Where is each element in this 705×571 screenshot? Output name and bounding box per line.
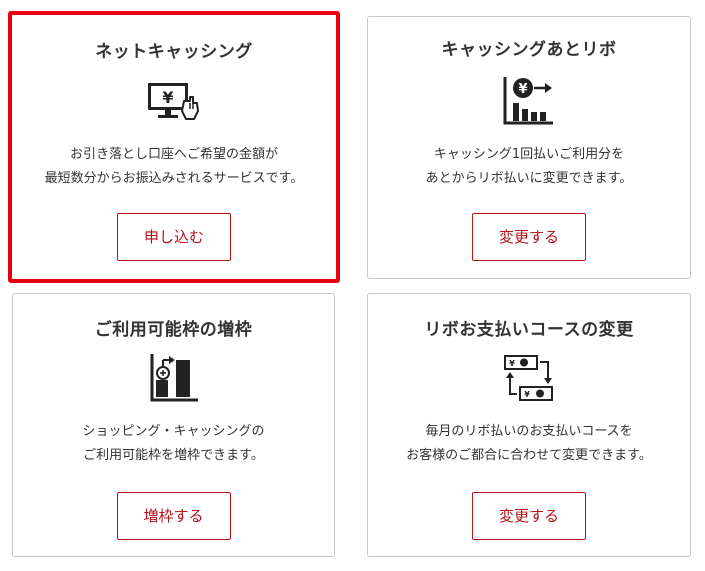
card-title: キャッシングあとリボ (441, 40, 617, 60)
svg-text:¥: ¥ (518, 82, 527, 97)
yen-chart-icon: ¥ (503, 77, 553, 125)
increase-limit-button[interactable]: 増枠する (116, 492, 231, 540)
card-description: お引き落とし口座へご希望の金額が 最短数分からお振込みされるサービスです。 (44, 147, 304, 186)
change-course-button[interactable]: 変更する (472, 492, 586, 540)
card-net-cashing: ネットキャッシング ¥ お引き落とし口座へご希望の金額が 最短数分からお振込みさ… (8, 11, 340, 283)
apply-button[interactable]: 申し込む (117, 213, 231, 261)
card-title: ご利用可能枠の増枠 (94, 320, 253, 340)
svg-text:¥: ¥ (509, 359, 515, 368)
change-button[interactable]: 変更する (472, 213, 586, 261)
card-description: 毎月のリボ払いのお支払いコースを お客様のご都合に合わせて変更できます。 (406, 424, 652, 463)
card-ribo-course-change: リボお支払いコースの変更 ¥ ¥ 毎月のリボ払いのお支払いコースを お客様のご都… (367, 293, 691, 557)
card-title: ネットキャッシング (95, 42, 253, 62)
card-description: キャッシング1回払いご利用分を あとからリボ払いに変更できます。 (425, 147, 633, 186)
card-description: ショッピング・キャッシングの ご利用可能枠を増枠できます。 (82, 424, 265, 463)
svg-text:¥: ¥ (162, 88, 173, 107)
monitor-yen-icon: ¥ (148, 83, 199, 120)
card-title: リボお支払いコースの変更 (424, 320, 634, 340)
card-limit-increase: ご利用可能枠の増枠 ショッピング・キャッシングの ご利用可能枠を増枠できます。 … (12, 293, 335, 557)
payment-exchange-icon: ¥ ¥ (504, 355, 553, 401)
limit-increase-icon (150, 354, 198, 402)
svg-text:¥: ¥ (524, 390, 530, 399)
card-cashing-ato-ribo: キャッシングあとリボ ¥ キャッシング1回払いご利用分を あとからリボ払いに変更… (367, 16, 691, 279)
